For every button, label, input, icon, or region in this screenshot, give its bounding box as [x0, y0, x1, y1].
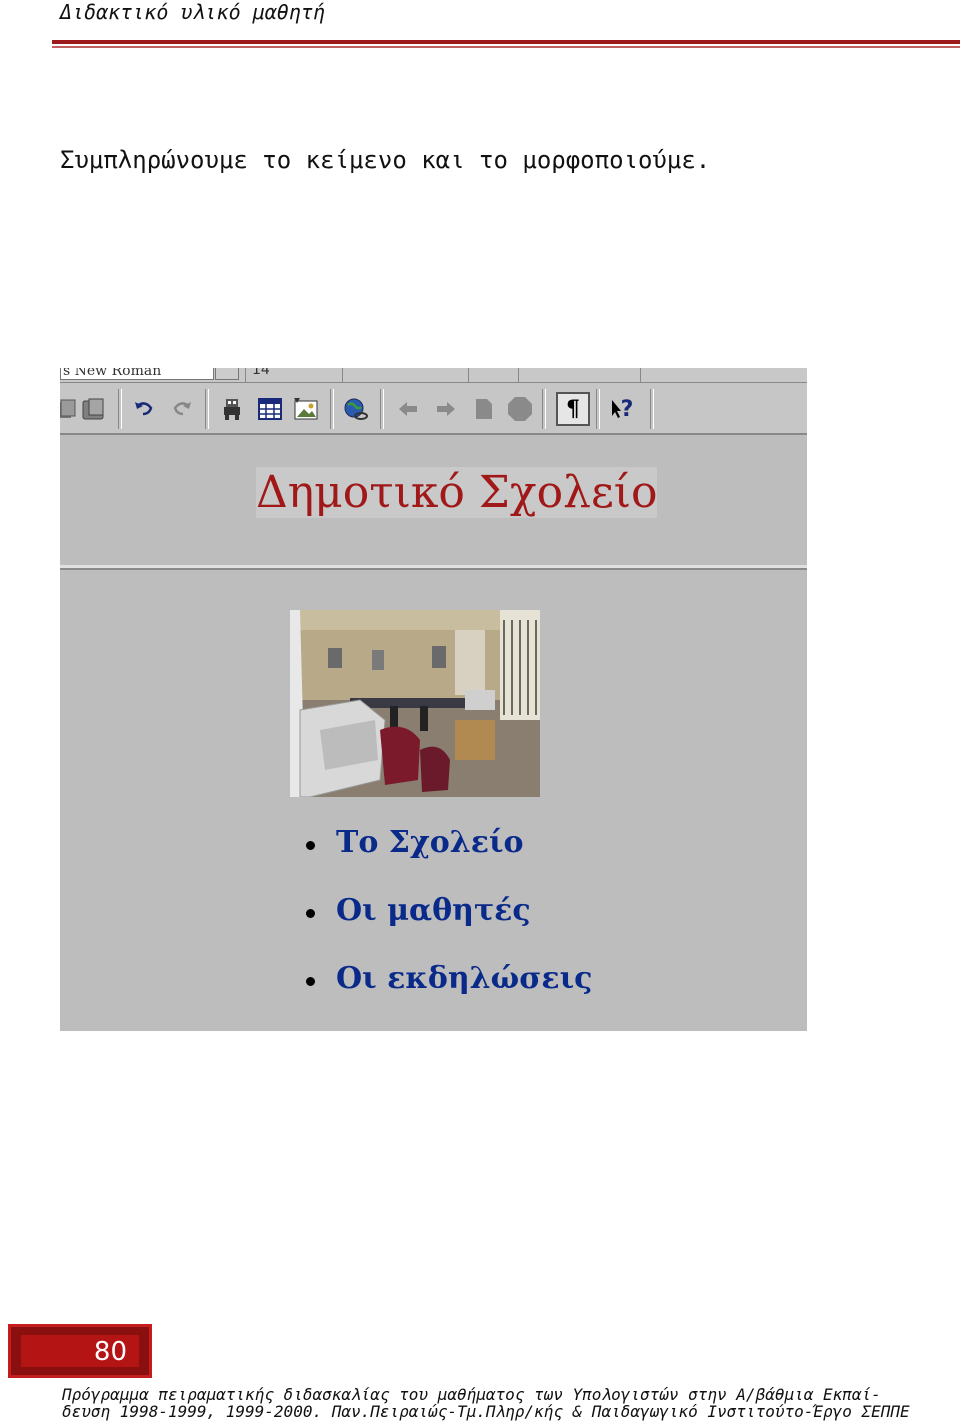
- toolbar-separator: [205, 389, 209, 429]
- toolbar-separator: [330, 389, 334, 429]
- classroom-photo: [290, 610, 540, 797]
- document-header-title: Διδακτικό υλικό μαθητή: [60, 0, 325, 24]
- bullet: [306, 977, 315, 986]
- hyperlink-icon[interactable]: [342, 395, 370, 423]
- font-name-field[interactable]: s New Roman: [60, 368, 214, 380]
- instruction-text: Συμπληρώνουμε το κείμενο και το μορφοποι…: [60, 146, 711, 174]
- toolbar-separator: [640, 368, 641, 382]
- link-events[interactable]: Οι εκδηλώσεις: [336, 961, 592, 996]
- link-school[interactable]: Το Σχολείο: [336, 825, 524, 860]
- help-label: ?: [620, 396, 634, 422]
- toolbar-separator: [596, 389, 600, 429]
- banner-title: Δημοτικό Σχολείο: [256, 467, 658, 518]
- font-size-field[interactable]: 14: [252, 368, 292, 378]
- font-dropdown-button[interactable]: [215, 368, 239, 380]
- formatting-toolbar: s New Roman 14: [60, 368, 807, 383]
- toolbar-separator: [380, 389, 384, 429]
- banner-divider: [60, 565, 807, 570]
- webbot-icon[interactable]: [218, 395, 246, 423]
- table-icon[interactable]: [256, 395, 284, 423]
- footer-line-2: δευση 1998-1999, 1999-2000. Παν.Πειραιώς…: [62, 1402, 910, 1421]
- toolbar-separator: [518, 368, 519, 382]
- help-icon[interactable]: ?: [608, 395, 636, 423]
- redo-icon[interactable]: [168, 395, 196, 423]
- show-formatting-icon[interactable]: ¶: [556, 392, 590, 426]
- header-rule: [52, 40, 960, 44]
- stop-icon[interactable]: [506, 395, 534, 423]
- paste-icon[interactable]: [80, 395, 108, 423]
- bullet: [306, 841, 315, 850]
- forward-icon[interactable]: [432, 395, 460, 423]
- page-number-box: 80: [8, 1324, 152, 1378]
- page-number: 80: [93, 1337, 127, 1367]
- toolbar-separator: [118, 389, 122, 429]
- bullet: [306, 909, 315, 918]
- toolbar-separator: [245, 368, 246, 382]
- image-icon[interactable]: [292, 395, 320, 423]
- refresh-icon[interactable]: [470, 395, 498, 423]
- back-icon[interactable]: [394, 395, 422, 423]
- undo-icon[interactable]: [130, 395, 158, 423]
- page-banner: Δημοτικό Σχολείο: [60, 435, 807, 565]
- header-rule-thin: [52, 46, 960, 48]
- toolbar-separator: [650, 389, 654, 429]
- standard-toolbar: ¶ ?: [60, 383, 807, 435]
- editor-screenshot: s New Roman 14 ¶ ? Δημοτικό Σχολείο Το Σ…: [60, 368, 807, 1031]
- toolbar-separator: [542, 389, 546, 429]
- toolbar-separator: [468, 368, 469, 382]
- copy-icon[interactable]: [60, 395, 80, 423]
- toolbar-separator: [342, 368, 343, 382]
- link-students[interactable]: Οι μαθητές: [336, 893, 531, 928]
